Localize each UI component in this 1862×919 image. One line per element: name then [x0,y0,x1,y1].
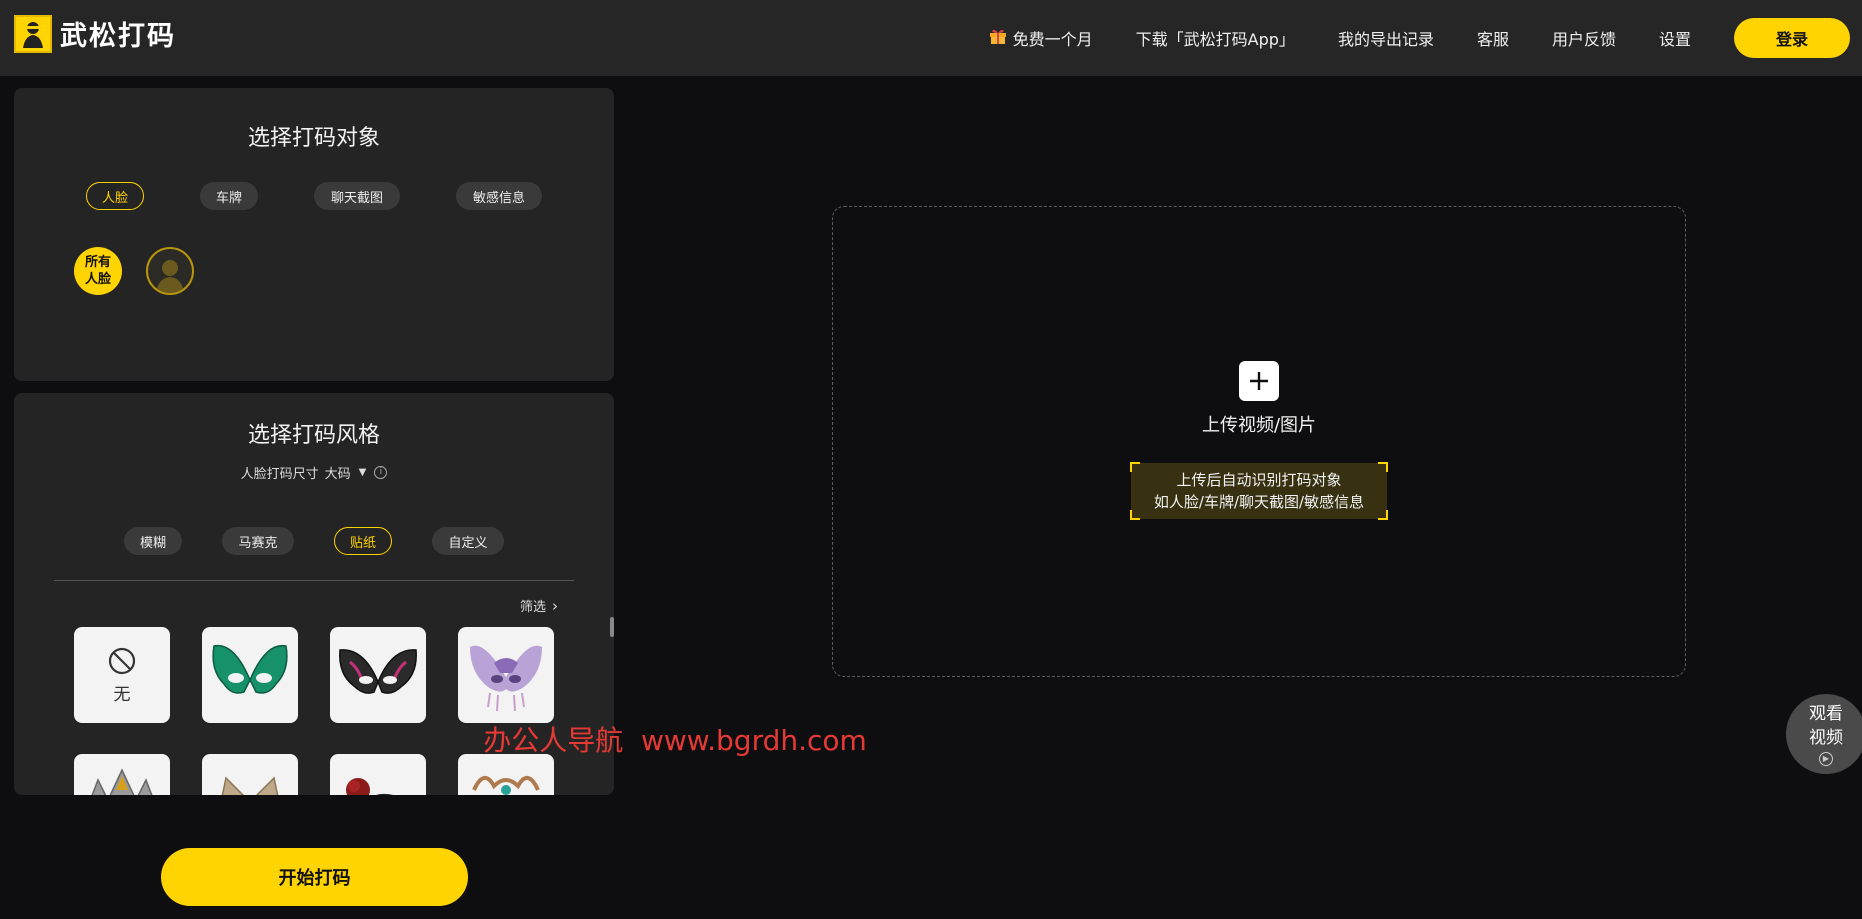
style-sticker[interactable]: 贴纸 [334,527,392,555]
play-icon: ▶ [1819,752,1833,766]
silver-crown-mask-icon [91,768,153,795]
style-blur[interactable]: 模糊 [124,527,182,555]
filter-label: 筛选 [519,600,546,615]
style-panel-title: 选择打码风格 [247,423,380,448]
face-avatar[interactable] [146,247,194,295]
plus-icon[interactable] [1239,361,1279,401]
watch-video-button[interactable]: 观看 视频 ▶ [1786,694,1862,774]
person-silhouette-icon [156,260,184,293]
nav-settings[interactable]: 设置 [1659,26,1691,50]
corner-bracket-icon [1378,462,1388,472]
corner-bracket-icon [1130,462,1140,472]
nav-export-history[interactable]: 我的导出记录 [1338,26,1434,50]
info-icon[interactable]: i [374,466,388,479]
tab-chat-screenshot[interactable]: 聊天截图 [314,182,400,210]
face-size-row: 人脸打码尺寸 大码 ▼ i [14,463,614,482]
rose-mask-icon [346,778,394,795]
style-custom[interactable]: 自定义 [432,527,504,555]
sticker-item[interactable] [74,754,170,795]
purple-butterfly-mask-icon [470,645,542,712]
nav-free-month-label: 免费一个月 [1012,30,1093,49]
sticker-none-label: 无 [113,684,131,705]
watermark-label: 办公人导航 www.bgrdh.com [483,724,867,757]
black-butterfly-mask-icon [339,649,417,694]
upload-label: 上传视频/图片 [1201,415,1317,436]
watch-video-line2: 视频 [1809,728,1843,748]
gift-icon [989,27,1007,49]
green-butterfly-mask-icon [212,644,288,694]
chevron-right-icon: › [552,596,558,615]
app-logo[interactable]: 武松打码 [14,14,176,53]
logo-text: 武松打码 [60,21,176,52]
ornate-gold-mask-icon [472,776,540,795]
face-size-label: 人脸打码尺寸 [240,467,319,482]
nav-download-app[interactable]: 下载「武松打码App」 [1136,26,1295,50]
all-faces-button[interactable]: 所有人脸 [74,247,122,295]
top-header: 武松打码 免费一个月 下载「武松打码App」 我的导出记录 客服 用户反馈 设置… [0,0,1862,76]
nav-service[interactable]: 客服 [1477,26,1509,50]
style-mosaic[interactable]: 马赛克 [222,527,294,555]
prohibited-icon [108,647,136,674]
divider [54,580,574,581]
target-panel: 选择打码对象 人脸 车牌 聊天截图 敏感信息 所有人脸 [14,88,614,381]
sticker-item[interactable] [202,627,298,723]
corner-bracket-icon [1378,510,1388,520]
top-nav: 免费一个月 下载「武松打码App」 我的导出记录 客服 用户反馈 设置 登录 [989,0,1862,76]
target-panel-title: 选择打码对象 [247,126,380,151]
caret-down-icon[interactable]: ▼ [359,467,367,478]
start-masking-button[interactable]: 开始打码 [161,848,468,906]
upload-hint-line2: 如人脸/车牌/聊天截图/敏感信息 [1153,493,1365,511]
upload-hint-line1: 上传后自动识别打码对象 [1176,471,1342,489]
sticker-item[interactable] [202,754,298,795]
sticker-item[interactable] [330,754,426,795]
face-size-value[interactable]: 大码 [325,463,351,482]
nav-free-month[interactable]: 免费一个月 [989,26,1093,50]
corner-bracket-icon [1130,510,1140,520]
all-faces-label: 所有人脸 [84,255,111,287]
upload-hint: 上传后自动识别打码对象 如人脸/车牌/聊天截图/敏感信息 [1130,462,1388,520]
cat-mask-icon [221,776,279,795]
sticker-item[interactable] [458,754,554,795]
logo-icon [14,14,52,53]
tab-sensitive-info[interactable]: 敏感信息 [456,182,542,210]
watch-video-line1: 观看 [1809,704,1843,724]
tab-face[interactable]: 人脸 [86,182,144,210]
nav-feedback[interactable]: 用户反馈 [1552,26,1616,50]
watermark-text: 办公人导航 www.bgrdh.com [0,719,1862,759]
sticker-item[interactable] [458,627,554,723]
upload-dropzone[interactable]: 上传视频/图片 上传后自动识别打码对象 如人脸/车牌/聊天截图/敏感信息 [832,206,1686,677]
tab-license-plate[interactable]: 车牌 [200,182,258,210]
filter-button[interactable]: 筛选 › [519,596,558,616]
login-button[interactable]: 登录 [1734,18,1850,58]
sticker-none[interactable]: 无 [74,627,170,723]
sticker-item[interactable] [330,627,426,723]
scrollbar-thumb[interactable] [610,617,614,637]
